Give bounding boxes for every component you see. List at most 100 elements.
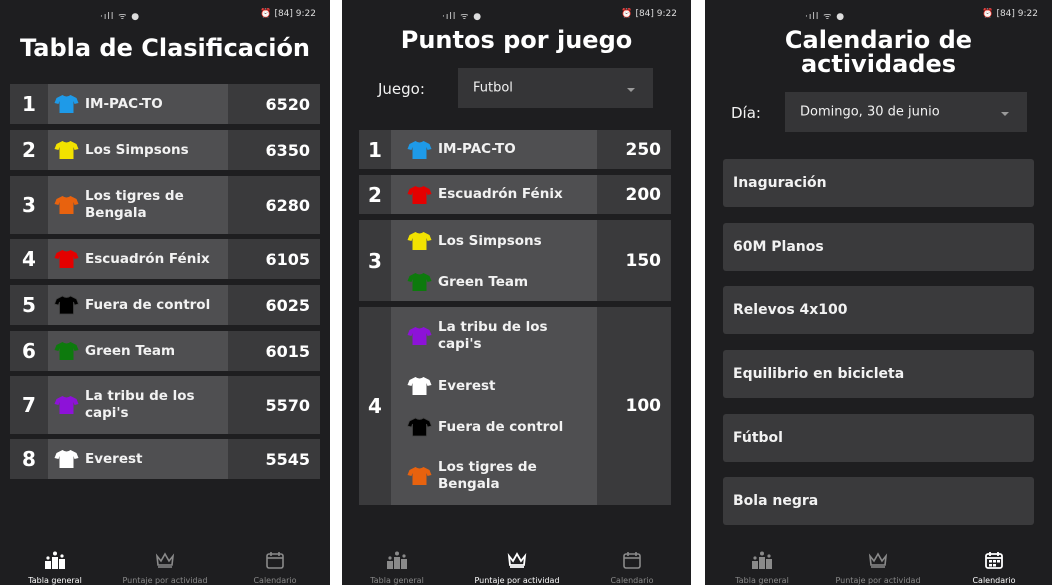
shirt-icon bbox=[54, 95, 79, 113]
team-name: Green Team bbox=[85, 342, 176, 359]
team-name: IM-PAC-TO bbox=[85, 95, 163, 112]
activity-item[interactable]: Equilibrio en bicicleta bbox=[723, 350, 1034, 398]
nav-label: Calendario bbox=[972, 576, 1016, 585]
nav-puntaje[interactable]: Puntaje por actividad bbox=[823, 549, 933, 585]
team-points: 6350 bbox=[228, 130, 320, 170]
team-name: Escuadrón Fénix bbox=[438, 186, 563, 202]
nav-tabla-general[interactable]: Tabla general bbox=[707, 549, 817, 585]
team-name: IM-PAC-TO bbox=[438, 141, 516, 157]
calendar-icon bbox=[985, 552, 1003, 569]
standings-row[interactable]: 3 Los tigres de Bengala 6280 bbox=[10, 176, 320, 234]
crown-icon bbox=[868, 552, 888, 568]
shirt-icon bbox=[54, 196, 79, 214]
nav-puntaje[interactable]: Puntaje por actividad bbox=[110, 549, 220, 585]
battery-level: 84 bbox=[999, 9, 1012, 19]
nav-calendario[interactable]: Calendario bbox=[220, 549, 330, 585]
nav-label: Calendario bbox=[253, 576, 297, 585]
nav-label: Puntaje por actividad bbox=[835, 576, 921, 585]
nav-label: Calendario bbox=[610, 576, 654, 585]
group-points: 150 bbox=[597, 220, 671, 301]
rank: 2 bbox=[359, 175, 391, 214]
day-value: Domingo, 30 de junio bbox=[800, 104, 940, 120]
page-title: Puntos por juego bbox=[400, 26, 633, 54]
activity-item[interactable]: Inaguración bbox=[723, 159, 1034, 207]
activity-item[interactable]: Bola negra bbox=[723, 477, 1034, 525]
team-points: 6105 bbox=[228, 239, 320, 279]
team-name: Los Simpsons bbox=[438, 232, 542, 249]
points-group[interactable]: 2 Escuadrón Fénix 200 bbox=[359, 175, 671, 214]
group-points: 250 bbox=[597, 130, 671, 169]
battery-level: 84 bbox=[638, 9, 651, 19]
team-points: 6520 bbox=[228, 84, 320, 124]
team-points: 5570 bbox=[228, 376, 320, 434]
rank: 7 bbox=[10, 376, 48, 434]
points-group[interactable]: 4 La tribu de los capi's Everest Fuera d… bbox=[359, 307, 671, 505]
status-time: 9:22 bbox=[656, 9, 677, 19]
status-bar: ·ıll ᯤ ● ⏰ [84] 9:22 bbox=[442, 9, 677, 22]
shirt-icon bbox=[407, 327, 432, 345]
standings-row[interactable]: 5 Fuera de control 6025 bbox=[10, 285, 320, 325]
status-bar: ·ıll ᯤ ● ⏰ [84] 9:22 bbox=[100, 9, 316, 22]
rank: 1 bbox=[10, 84, 48, 124]
nav-calendario[interactable]: Calendario bbox=[577, 549, 687, 585]
nav-puntaje[interactable]: Puntaje por actividad bbox=[462, 549, 572, 585]
team-name: Los tigres de Bengala bbox=[438, 459, 537, 492]
group-points: 100 bbox=[597, 307, 671, 505]
bottom-nav: Tabla general Puntaje por actividad Cale… bbox=[0, 549, 330, 585]
status-time: 9:22 bbox=[1017, 9, 1038, 19]
nav-tabla-general[interactable]: Tabla general bbox=[0, 549, 110, 585]
nav-label: Tabla general bbox=[28, 576, 82, 585]
rank: 4 bbox=[359, 307, 391, 505]
calendar-icon bbox=[266, 552, 284, 569]
rank: 1 bbox=[359, 130, 391, 169]
shirt-icon bbox=[407, 467, 432, 485]
shirt-icon bbox=[54, 396, 79, 414]
shirt-icon bbox=[407, 232, 432, 250]
nav-calendario[interactable]: Calendario bbox=[939, 549, 1049, 585]
page-title: Calendario de actividades bbox=[784, 26, 973, 78]
team-name: Los tigres de Bengala bbox=[85, 188, 184, 221]
activity-item[interactable]: Fútbol bbox=[723, 414, 1034, 462]
chevron-down-icon bbox=[627, 88, 635, 92]
battery-level: 84 bbox=[277, 9, 290, 19]
activity-item[interactable]: 60M Planos bbox=[723, 223, 1034, 271]
shirt-icon bbox=[407, 417, 432, 437]
screen-points-per-game: ·ıll ᯤ ● ⏰ [84] 9:22 Puntos por juego Ju… bbox=[342, 0, 691, 585]
rank: 2 bbox=[10, 130, 48, 170]
team-name: Everest bbox=[85, 450, 143, 467]
screen-calendar: ·ıll ᯤ ● ⏰ [84] 9:22 Calendario de activ… bbox=[705, 0, 1052, 585]
podium-icon bbox=[387, 551, 407, 569]
day-label: Día: bbox=[731, 104, 761, 122]
rank: 6 bbox=[10, 331, 48, 371]
shirt-icon bbox=[54, 141, 79, 159]
team-points: 5545 bbox=[228, 439, 320, 479]
team-name: La tribu de los capi's bbox=[438, 319, 548, 352]
team-name: Los Simpsons bbox=[85, 141, 189, 158]
day-select[interactable]: Domingo, 30 de junio bbox=[785, 92, 1027, 132]
crown-icon bbox=[155, 552, 175, 568]
standings-row[interactable]: 6 Green Team 6015 bbox=[10, 331, 320, 371]
team-points: 6280 bbox=[228, 176, 320, 234]
game-value: Futbol bbox=[473, 80, 513, 96]
screen-standings: ·ıll ᯤ ● ⏰ [84] 9:22 Tabla de Clasificac… bbox=[0, 0, 330, 585]
chevron-down-icon bbox=[1001, 112, 1009, 116]
signal-icon: ·ıll ᯤ ● bbox=[442, 12, 483, 22]
standings-row[interactable]: 4 Escuadrón Fénix 6105 bbox=[10, 239, 320, 279]
shirt-icon bbox=[407, 140, 432, 159]
points-group[interactable]: 1 IM-PAC-TO 250 bbox=[359, 130, 671, 169]
standings-row[interactable]: 1 IM-PAC-TO 6520 bbox=[10, 84, 320, 124]
activity-item[interactable]: Relevos 4x100 bbox=[723, 286, 1034, 334]
page-title: Tabla de Clasificación bbox=[19, 34, 311, 62]
nav-label: Tabla general bbox=[370, 576, 424, 585]
team-name: Fuera de control bbox=[85, 296, 211, 313]
standings-row[interactable]: 7 La tribu de los capi's 5570 bbox=[10, 376, 320, 434]
points-group[interactable]: 3 Los Simpsons Green Team 150 bbox=[359, 220, 671, 301]
nav-tabla-general[interactable]: Tabla general bbox=[342, 549, 452, 585]
standings-row[interactable]: 8 Everest 5545 bbox=[10, 439, 320, 479]
podium-icon bbox=[752, 551, 772, 569]
shirt-icon bbox=[407, 273, 432, 291]
team-name: Everest bbox=[438, 377, 496, 394]
standings-row[interactable]: 2 Los Simpsons 6350 bbox=[10, 130, 320, 170]
rank: 3 bbox=[359, 220, 391, 301]
game-select[interactable]: Futbol bbox=[458, 68, 653, 108]
